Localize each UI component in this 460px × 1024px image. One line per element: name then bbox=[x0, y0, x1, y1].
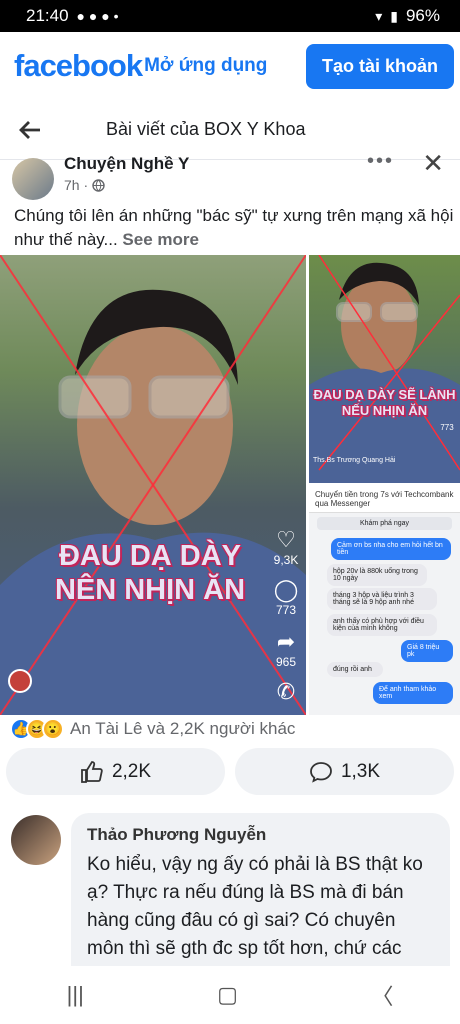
battery-level: 96% bbox=[405, 6, 440, 25]
like-button[interactable]: 2,2K bbox=[6, 748, 225, 795]
side-photo-2-chat[interactable]: Chuyển tiền trong 7s với Techcombank qua… bbox=[309, 486, 460, 715]
facebook-logo[interactable]: facebook bbox=[14, 48, 143, 84]
chat-message-4: anh thấy có phù hợp với điều kiện của mì… bbox=[327, 614, 437, 636]
chat-header: Chuyển tiền trong 7s với Techcombank qua… bbox=[309, 486, 460, 513]
channel-avatar bbox=[8, 669, 32, 693]
comment-button[interactable]: 1,3K bbox=[235, 748, 454, 795]
thumb-up-icon bbox=[81, 760, 103, 783]
system-nav-bar: ||| ▢ 〈 bbox=[0, 966, 460, 1024]
wifi-icon: ▾ bbox=[375, 7, 383, 24]
chat-message-5: Giá 8 triệu pk bbox=[401, 640, 453, 662]
main-caption-line2: NÊN NHỊN ĂN bbox=[54, 574, 246, 606]
back-arrow-icon bbox=[19, 120, 40, 139]
main-caption-line1: ĐAU DẠ DÀY bbox=[58, 540, 242, 572]
chat-message-2: hộp 20v là 880k uống trong 10 ngày bbox=[327, 564, 427, 586]
globe-icon bbox=[92, 178, 105, 192]
status-bar: 21:40 ● ● ● • ▾ ▮ 96% bbox=[0, 0, 460, 32]
page-title: Bài viết của BOX Y Khoa bbox=[106, 119, 306, 139]
reactions-text: An Tài Lê và 2,2K người khác bbox=[70, 719, 296, 738]
recent-apps-icon[interactable]: ||| bbox=[67, 982, 84, 1008]
side-photo-1-art bbox=[309, 255, 460, 483]
chat-message-3: tháng 3 hộp và liệu trình 3 tháng sẽ là … bbox=[327, 588, 437, 610]
side-channel-name: Ths.Bs Trương Quang Hải bbox=[313, 457, 396, 464]
more-options-icon[interactable]: ••• bbox=[367, 150, 394, 173]
chat-message-7: Để anh tham khảo xem bbox=[373, 682, 453, 704]
post-time: 7h · bbox=[64, 177, 105, 193]
chat-message-6: đúng rồi anh bbox=[327, 662, 383, 677]
post-media[interactable]: ĐAU DẠ DÀY NÊN NHỊN ĂN ♡ 9,3K ◯ 773 ➦ 96… bbox=[0, 255, 460, 715]
reaction-icons: 👍 😆 😮 bbox=[10, 718, 64, 740]
see-more-link[interactable]: See more bbox=[122, 230, 199, 249]
wow-reaction-icon: 😮 bbox=[42, 718, 64, 740]
signal-icon: ▮ bbox=[390, 7, 398, 24]
side-caption-line1: ĐAU DẠ DÀY SẼ LÀNH bbox=[313, 387, 456, 402]
side-caption-line2: NẾU NHỊN ĂN bbox=[341, 403, 428, 418]
home-icon[interactable]: ▢ bbox=[217, 982, 238, 1008]
create-account-button[interactable]: Tạo tài khoản bbox=[305, 43, 454, 89]
comment-bubble-icon bbox=[310, 761, 332, 783]
messenger-icon[interactable]: ✆ bbox=[272, 679, 300, 705]
side-photo-1[interactable]: ĐAU DẠ DÀY SẼ LÀNH NẾU NHỊN ĂN 773 Ths.B… bbox=[309, 255, 460, 483]
author-avatar[interactable] bbox=[12, 158, 54, 200]
commenter-avatar[interactable] bbox=[11, 815, 61, 865]
post-time-text: 7h · bbox=[64, 177, 89, 193]
notification-icons: ● ● ● • bbox=[76, 8, 119, 24]
comment-count: 1,3K bbox=[340, 760, 381, 782]
like-count: 2,2K bbox=[111, 760, 152, 782]
status-time: 21:40 bbox=[26, 6, 69, 25]
back-nav-icon[interactable]: 〈 bbox=[371, 979, 393, 1011]
like-icon[interactable]: ♡ bbox=[272, 527, 300, 553]
commenter-name[interactable]: Thảo Phương Nguyễn bbox=[87, 825, 434, 845]
post-text: Chúng tôi lên án những "bác sỹ" tự xưng … bbox=[14, 204, 454, 252]
comment-icon[interactable]: ◯ bbox=[272, 577, 300, 603]
main-photo[interactable]: ĐAU DẠ DÀY NÊN NHỊN ĂN ♡ 9,3K ◯ 773 ➦ 96… bbox=[0, 255, 306, 715]
open-app-link[interactable]: Mở ứng dụng bbox=[144, 55, 267, 77]
main-shares-count: 965 bbox=[275, 655, 297, 669]
facebook-header: facebook Mở ứng dụng Tạo tài khoản bbox=[0, 32, 460, 100]
post-body: Chúng tôi lên án những "bác sỹ" tự xưng … bbox=[14, 206, 454, 249]
share-icon[interactable]: ➦ bbox=[272, 629, 300, 655]
post-header: Chuyện Nghề Y 7h · ••• ✕ bbox=[0, 148, 460, 200]
main-likes-count: 9,3K bbox=[273, 553, 299, 567]
main-photo-art bbox=[0, 255, 306, 715]
close-icon[interactable]: ✕ bbox=[422, 148, 444, 179]
main-comments-count: 773 bbox=[275, 603, 297, 617]
author-name[interactable]: Chuyện Nghề Y bbox=[64, 154, 189, 174]
side-comments-count: 773 bbox=[440, 423, 454, 432]
reactions-summary[interactable]: 👍 😆 😮 An Tài Lê và 2,2K người khác bbox=[10, 718, 295, 740]
chat-cta-button: Khám phá ngay bbox=[317, 517, 452, 530]
chat-message-1: Cảm ơn bs nha cho em hỏi hết bn tiền bbox=[331, 538, 451, 560]
